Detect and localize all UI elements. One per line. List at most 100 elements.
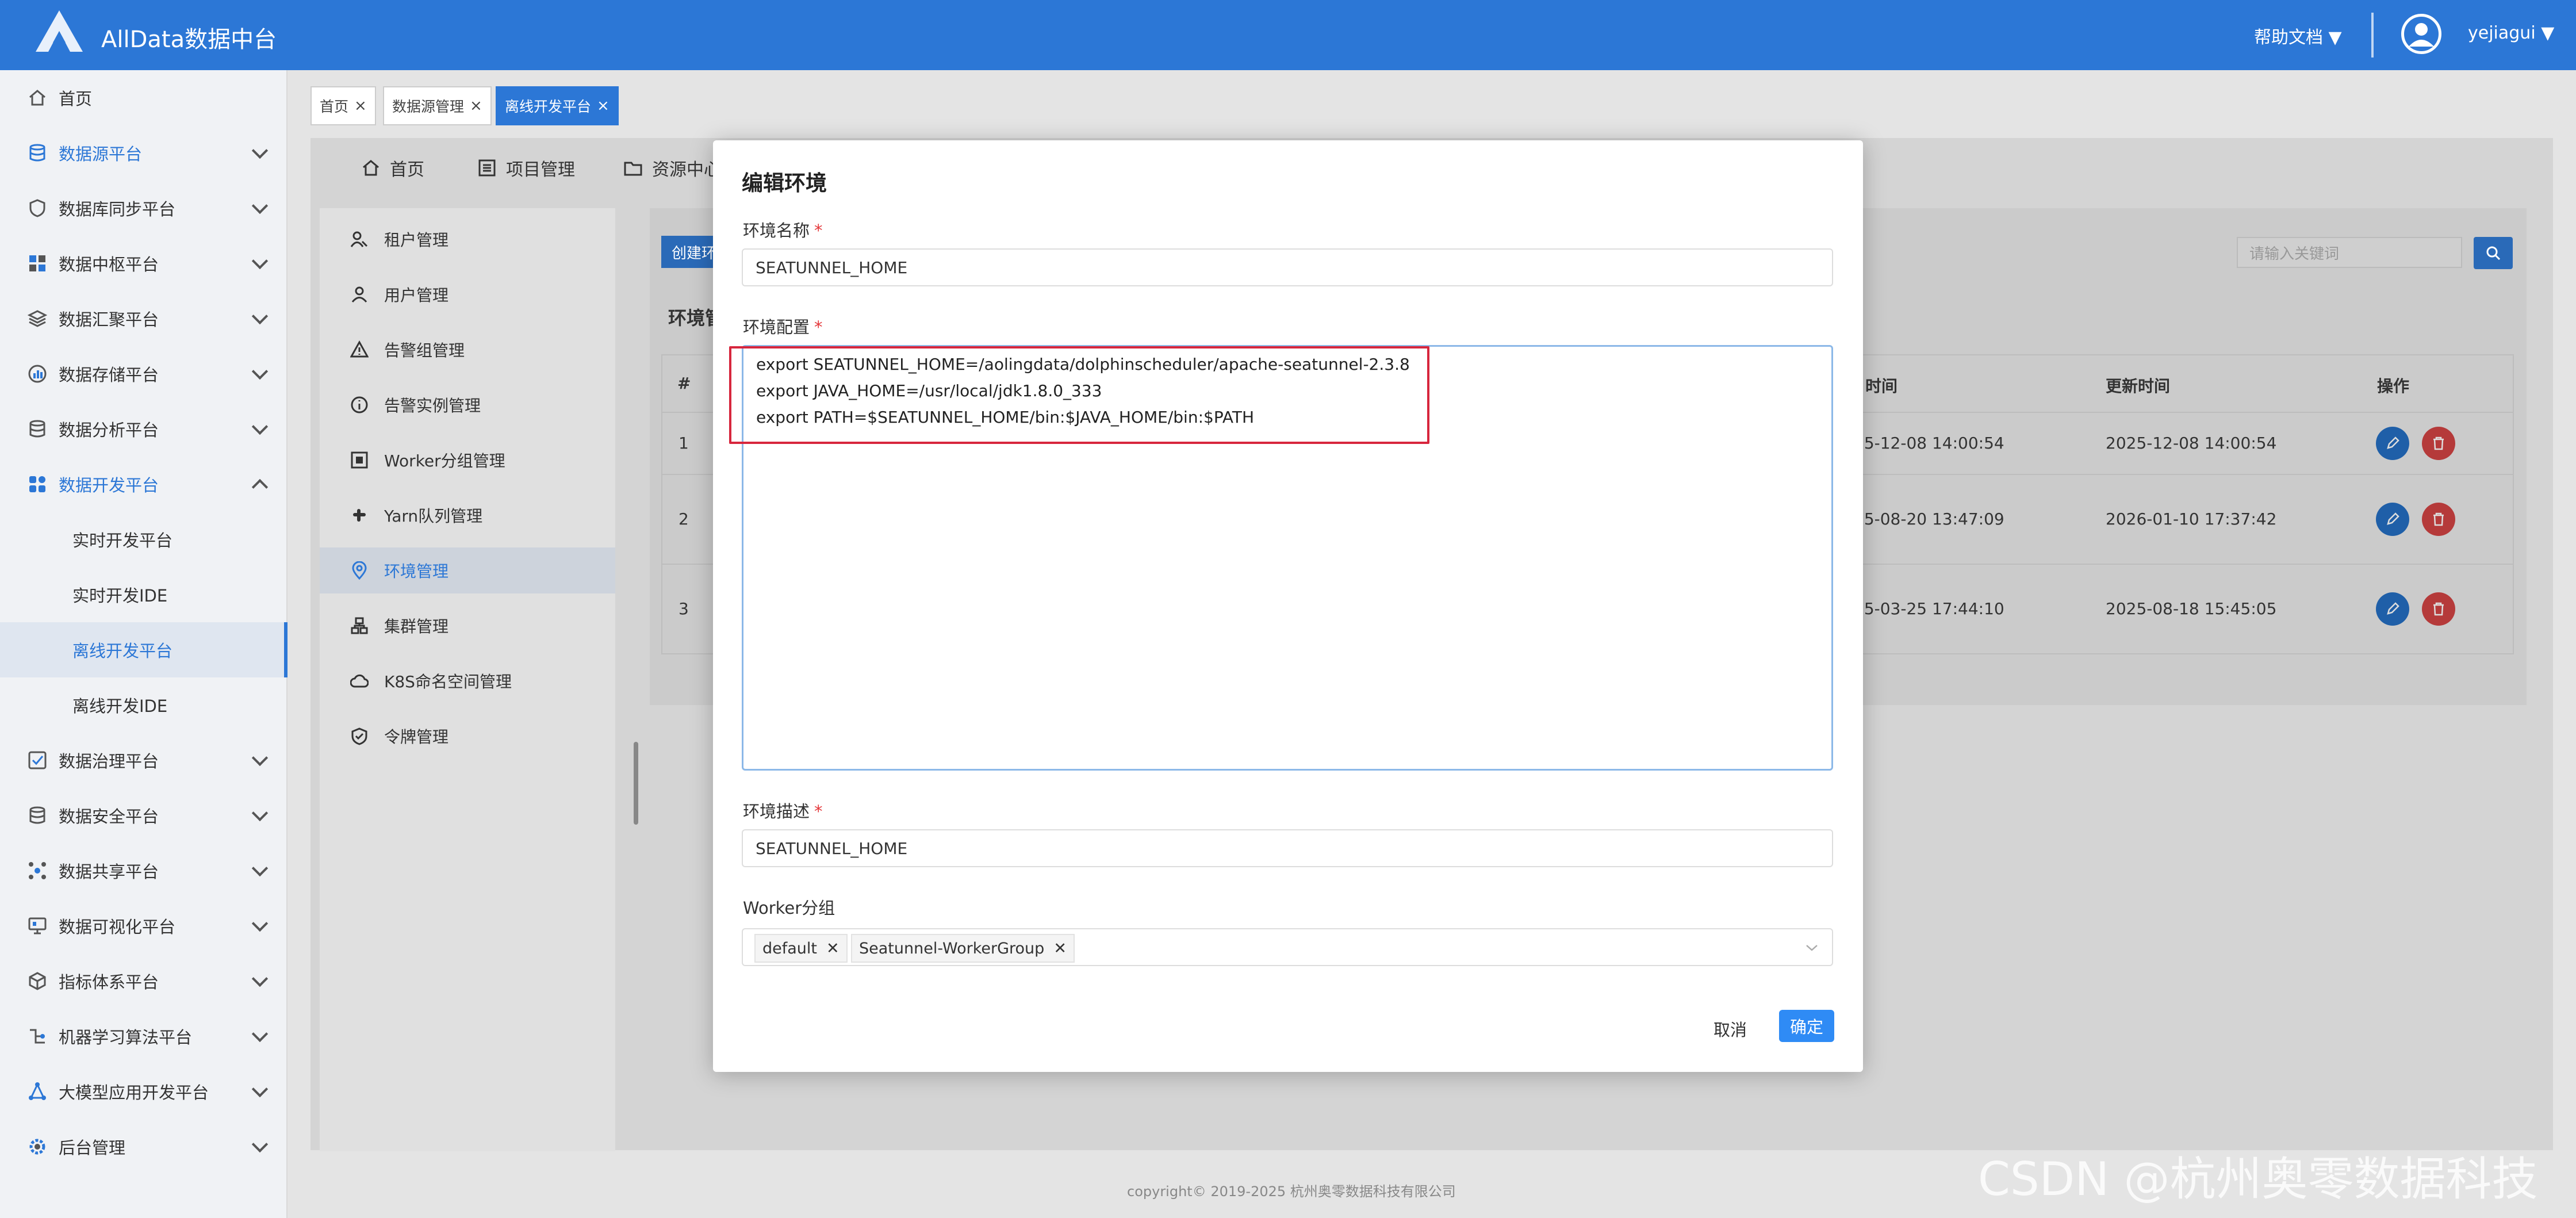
edit-button[interactable] — [2376, 427, 2409, 460]
delete-button[interactable] — [2422, 592, 2455, 626]
chevron-down-icon — [1806, 945, 1818, 951]
cloud-icon — [350, 671, 369, 691]
sidebar-item-analysis[interactable]: 数据分析平台 — [0, 401, 288, 457]
cancel-button[interactable]: 取消 — [1713, 1017, 1747, 1041]
grid-icon — [26, 252, 48, 274]
chevron-down-icon — [251, 915, 269, 932]
sidebar-item-datasource[interactable]: 数据源平台 — [0, 125, 288, 181]
submenu-user[interactable]: 用户管理 — [320, 271, 615, 317]
sidebar-item-collect[interactable]: 数据汇聚平台 — [0, 291, 288, 346]
column-header-create-time: 时间 — [1865, 377, 1898, 396]
info-icon — [350, 395, 369, 415]
sidebar-item-metrics[interactable]: 指标体系平台 — [0, 953, 288, 1009]
sidebar-item-security[interactable]: 数据安全平台 — [0, 788, 288, 843]
delete-button[interactable] — [2422, 427, 2455, 460]
topnav-resource[interactable]: 资源中心 — [623, 155, 721, 181]
edit-button[interactable] — [2376, 503, 2409, 536]
sidebar-item-label: 数据共享平台 — [59, 862, 159, 882]
submenu-label: 告警组管理 — [384, 341, 465, 360]
submenu-k8s-namespace[interactable]: K8S命名空间管理 — [320, 658, 615, 704]
delete-button[interactable] — [2422, 503, 2455, 536]
submenu-worker-group[interactable]: Worker分组管理 — [320, 437, 615, 483]
sidebar-item-db-sync[interactable]: 数据库同步平台 — [0, 181, 288, 236]
sidebar-item-label: 数据开发平台 — [59, 476, 159, 495]
database-icon — [26, 418, 48, 440]
sidebar-item-label: 数据可视化平台 — [59, 917, 176, 937]
cell-index: 3 — [678, 599, 689, 618]
sidebar-item-label: 指标体系平台 — [59, 972, 159, 992]
sidebar-item-label: 数据汇聚平台 — [59, 310, 159, 330]
submenu-tenant[interactable]: 租户管理 — [320, 216, 615, 262]
edit-icon — [2387, 512, 2399, 525]
env-desc-label: 环境描述 * — [743, 798, 823, 822]
sidebar-item-home[interactable]: 首页 — [0, 70, 288, 125]
location-icon — [350, 561, 369, 580]
tab-offline-dev[interactable]: 离线开发平台 × — [496, 86, 619, 125]
sidebar-item-hub[interactable]: 数据中枢平台 — [0, 236, 288, 291]
help-docs-menu[interactable]: 帮助文档 ▼ — [2254, 23, 2342, 48]
sidebar-item-governance[interactable]: 数据治理平台 — [0, 733, 288, 788]
avatar[interactable] — [2401, 14, 2441, 54]
cluster-icon — [26, 473, 48, 495]
tag-label: default — [762, 939, 818, 957]
close-icon[interactable]: × — [354, 97, 367, 114]
share-icon — [26, 860, 48, 882]
sidebar-subitem-realtime[interactable]: 实时开发平台 — [0, 512, 288, 567]
edit-icon — [2387, 436, 2399, 449]
sidebar-item-visual[interactable]: 数据可视化平台 — [0, 898, 288, 953]
search-input[interactable]: 请输入关键词 — [2237, 237, 2462, 268]
divider — [2371, 13, 2374, 58]
sidebar-item-share[interactable]: 数据共享平台 — [0, 843, 288, 898]
submenu-alert-group[interactable]: 告警组管理 — [320, 327, 615, 373]
layers-icon — [26, 308, 48, 330]
network-icon — [26, 1081, 48, 1102]
sidebar-item-label: 数据存储平台 — [59, 365, 159, 385]
search-button[interactable] — [2474, 237, 2513, 269]
close-icon[interactable]: ✕ — [826, 940, 839, 957]
sidebar-subitem-offline[interactable]: 离线开发平台 — [0, 622, 288, 677]
topnav-home[interactable]: 首页 — [361, 155, 424, 181]
sidebar-item-admin[interactable]: 后台管理 — [0, 1119, 288, 1174]
env-name-input[interactable]: SEATUNNEL_HOME — [742, 248, 1833, 286]
tab-label: 数据源管理 — [392, 98, 465, 115]
user-tenant-icon — [350, 229, 369, 249]
tab-home[interactable]: 首页 × — [310, 86, 376, 125]
chevron-down-icon — [251, 142, 269, 159]
tab-datasource-manage[interactable]: 数据源管理 × — [383, 86, 492, 125]
folder-icon — [624, 162, 642, 176]
field-label-text: 环境名称 — [743, 221, 810, 240]
submenu-token[interactable]: 令牌管理 — [320, 713, 615, 759]
sidebar-item-llm[interactable]: 大模型应用开发平台 — [0, 1064, 288, 1119]
submenu-alert-instance[interactable]: 告警实例管理 — [320, 382, 615, 428]
sidebar-item-storage[interactable]: 数据存储平台 — [0, 346, 288, 401]
submenu-label: 令牌管理 — [384, 727, 449, 746]
required-mark: * — [814, 802, 823, 821]
env-desc-input[interactable]: SEATUNNEL_HOME — [742, 829, 1833, 867]
submenu-yarn-queue[interactable]: Yarn队列管理 — [320, 492, 615, 538]
edit-button[interactable] — [2376, 592, 2409, 626]
slack-icon — [350, 505, 369, 525]
sidebar-item-dev[interactable]: 数据开发平台 — [0, 457, 288, 512]
chevron-down-icon — [251, 1081, 269, 1098]
database-icon — [26, 805, 48, 826]
user-menu[interactable]: yejiagui ▼ — [2468, 23, 2554, 43]
topnav-project[interactable]: 项目管理 — [477, 155, 575, 181]
worker-tag: default ✕ — [754, 934, 848, 963]
confirm-button[interactable]: 确定 — [1779, 1010, 1834, 1042]
sidebar-subitem-realtime-ide[interactable]: 实时开发IDE — [0, 567, 288, 622]
sidebar-item-label: 机器学习算法平台 — [59, 1028, 193, 1047]
column-header-update-time: 更新时间 — [2106, 377, 2171, 396]
sidebar-subitem-offline-ide[interactable]: 离线开发IDE — [0, 677, 288, 733]
scrollbar[interactable] — [634, 742, 638, 825]
close-icon[interactable]: × — [597, 97, 610, 114]
chevron-down-icon — [251, 970, 269, 987]
create-env-button[interactable]: 创建环 — [661, 236, 719, 268]
close-icon[interactable]: × — [470, 97, 482, 114]
submenu-environment[interactable]: 环境管理 — [320, 547, 615, 593]
tab-label: 离线开发平台 — [505, 98, 592, 115]
submenu-cluster[interactable]: 集群管理 — [320, 603, 615, 649]
sidebar-item-ml[interactable]: 机器学习算法平台 — [0, 1009, 288, 1064]
trash-icon — [2433, 602, 2444, 616]
close-icon[interactable]: ✕ — [1053, 940, 1067, 957]
chevron-up-icon — [251, 478, 269, 496]
